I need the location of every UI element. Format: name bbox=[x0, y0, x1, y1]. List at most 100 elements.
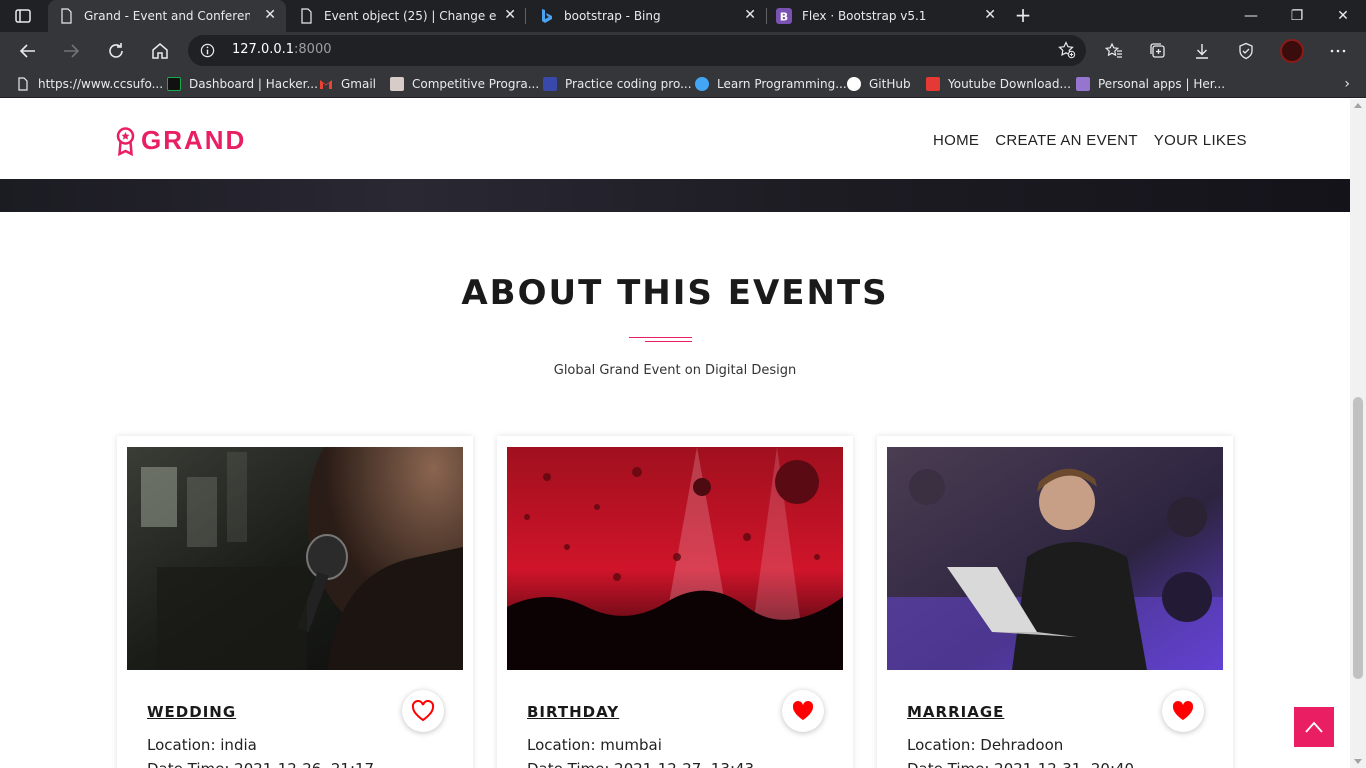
scrollbar-thumb[interactable] bbox=[1353, 397, 1363, 679]
coding-site-icon bbox=[543, 77, 557, 91]
menu-your-likes[interactable]: YOUR LIKES bbox=[1154, 132, 1247, 149]
browser-essentials-button[interactable] bbox=[1233, 39, 1259, 63]
restore-button[interactable]: ❐ bbox=[1274, 0, 1320, 32]
browser-tab-bar: Grand - Event and Conference Te ✕ Event … bbox=[0, 0, 1366, 32]
scroll-up-arrow[interactable] bbox=[1354, 103, 1362, 108]
hero-banner-bottom bbox=[0, 179, 1350, 212]
event-card: BIRTHDAY Location: mumbai Date Time: 202… bbox=[497, 436, 853, 768]
github-icon bbox=[847, 77, 861, 91]
tab-bootstrap[interactable]: B Flex · Bootstrap v5.1 ✕ bbox=[766, 0, 1006, 32]
new-tab-button[interactable]: + bbox=[1012, 4, 1034, 26]
minimize-button[interactable]: — bbox=[1228, 0, 1274, 32]
chevron-up-icon bbox=[1305, 721, 1323, 733]
tab-event-object[interactable]: Event object (25) | Change event ✕ bbox=[288, 0, 526, 32]
bookmark-label: Competitive Progra... bbox=[412, 77, 540, 91]
tab-title: bootstrap - Bing bbox=[564, 9, 661, 23]
close-tab-icon[interactable]: ✕ bbox=[744, 7, 756, 23]
favorites-button[interactable] bbox=[1101, 39, 1127, 63]
bookmark-label: Practice coding pro... bbox=[565, 77, 692, 91]
url-port: :8000 bbox=[294, 42, 332, 57]
bookmark-hackerrank[interactable]: Dashboard | Hacker... bbox=[167, 76, 318, 92]
page-icon bbox=[61, 8, 72, 24]
close-tab-icon[interactable]: ✕ bbox=[264, 7, 276, 23]
home-button[interactable] bbox=[147, 39, 173, 63]
party-photo bbox=[507, 447, 843, 670]
info-icon[interactable] bbox=[200, 43, 215, 58]
back-button[interactable] bbox=[15, 39, 41, 63]
downloads-button[interactable] bbox=[1189, 39, 1215, 63]
close-window-button[interactable]: ✕ bbox=[1320, 0, 1366, 32]
heroku-icon bbox=[1076, 77, 1090, 91]
refresh-button[interactable] bbox=[103, 39, 129, 63]
bookmark-label: Youtube Download... bbox=[948, 77, 1071, 91]
event-location: Location: mumbai bbox=[527, 736, 662, 754]
programiz-icon bbox=[695, 77, 709, 91]
scroll-down-arrow[interactable] bbox=[1354, 759, 1362, 764]
bookmark-label: Personal apps | Her... bbox=[1098, 77, 1226, 91]
bookmark-codechef[interactable]: Competitive Progra... bbox=[390, 76, 539, 92]
scroll-to-top-button[interactable] bbox=[1294, 707, 1334, 747]
event-name[interactable]: WEDDING bbox=[147, 703, 236, 721]
bookmark-practice-coding[interactable]: Practice coding pro... bbox=[543, 76, 692, 92]
back-arrow-icon bbox=[19, 44, 35, 58]
bookmarks-bar: https://www.ccsufo... Dashboard | Hacker… bbox=[0, 70, 1366, 98]
add-favorite-icon[interactable] bbox=[1058, 41, 1076, 59]
close-tab-icon[interactable]: ✕ bbox=[504, 7, 516, 23]
profile-avatar[interactable] bbox=[1280, 39, 1304, 63]
forward-button[interactable] bbox=[58, 39, 84, 63]
bookmark-programiz[interactable]: Learn Programming... bbox=[695, 76, 847, 92]
event-datetime: Date Time: 2021-12-26, 21:17 bbox=[147, 760, 374, 768]
gmail-icon bbox=[320, 80, 332, 89]
close-tab-icon[interactable]: ✕ bbox=[984, 7, 996, 23]
event-datetime: Date Time: 2021-12-31, 20:40 bbox=[907, 760, 1134, 768]
bookmark-label: Gmail bbox=[341, 77, 377, 91]
tab-grand[interactable]: Grand - Event and Conference Te ✕ bbox=[48, 0, 286, 32]
chevron-right-icon[interactable]: › bbox=[1344, 76, 1350, 92]
bookmark-youtube-download[interactable]: Youtube Download... bbox=[926, 76, 1071, 92]
menu-home[interactable]: HOME bbox=[933, 132, 979, 149]
collections-button[interactable] bbox=[1145, 39, 1171, 63]
site-header: GRAND HOME CREATE AN EVENT YOUR LIKES bbox=[0, 99, 1350, 179]
more-icon bbox=[1330, 49, 1346, 53]
bookmark-label: Dashboard | Hacker... bbox=[189, 77, 318, 91]
address-bar[interactable]: 127.0.0.1:8000 bbox=[188, 35, 1086, 66]
page-icon bbox=[18, 77, 28, 91]
bookmark-ccsu[interactable]: https://www.ccsufo... bbox=[16, 76, 163, 92]
logo-text: GRAND bbox=[141, 125, 247, 155]
site-logo[interactable]: GRAND bbox=[116, 125, 246, 156]
codechef-icon bbox=[390, 77, 404, 91]
menu-create-event[interactable]: CREATE AN EVENT bbox=[995, 132, 1138, 149]
like-button[interactable] bbox=[402, 690, 444, 732]
download-icon bbox=[1196, 44, 1208, 59]
collections-icon bbox=[1150, 43, 1165, 58]
tab-bing[interactable]: bootstrap - Bing ✕ bbox=[528, 0, 766, 32]
like-button[interactable] bbox=[782, 690, 824, 732]
laptop-photo bbox=[887, 447, 1223, 670]
settings-menu-button[interactable] bbox=[1325, 39, 1351, 63]
heart-filled-icon bbox=[1172, 700, 1194, 720]
svg-text:B: B bbox=[780, 11, 788, 24]
title-underline-accent bbox=[645, 341, 692, 342]
web-page: GRAND HOME CREATE AN EVENT YOUR LIKES AB… bbox=[0, 99, 1350, 768]
main-menu: HOME CREATE AN EVENT YOUR LIKES bbox=[933, 132, 1263, 149]
page-scrollbar[interactable] bbox=[1350, 99, 1366, 768]
bookmark-heroku[interactable]: Personal apps | Her... bbox=[1076, 76, 1225, 92]
badge-logo-icon bbox=[116, 126, 135, 156]
bookmark-github[interactable]: GitHub bbox=[847, 76, 911, 92]
event-card: MARRIAGE Location: Dehradoon Date Time: … bbox=[877, 436, 1233, 768]
section-title: ABOUT THIS EVENTS bbox=[461, 273, 889, 313]
bookmark-label: GitHub bbox=[869, 77, 911, 91]
microphone-photo bbox=[127, 447, 463, 670]
bookmark-gmail[interactable]: Gmail bbox=[319, 76, 376, 92]
bootstrap-icon: B bbox=[776, 8, 792, 24]
event-name[interactable]: MARRIAGE bbox=[907, 703, 1004, 721]
url-text: 127.0.0.1:8000 bbox=[232, 42, 332, 57]
url-host: 127.0.0.1 bbox=[232, 42, 295, 57]
tab-title: Grand - Event and Conference Te bbox=[84, 9, 250, 23]
like-button[interactable] bbox=[1162, 690, 1204, 732]
heart-filled-icon bbox=[792, 700, 814, 720]
page-icon bbox=[301, 8, 312, 24]
event-name[interactable]: BIRTHDAY bbox=[527, 703, 619, 721]
tab-actions-icon[interactable] bbox=[14, 7, 32, 25]
event-location: Location: india bbox=[147, 736, 257, 754]
